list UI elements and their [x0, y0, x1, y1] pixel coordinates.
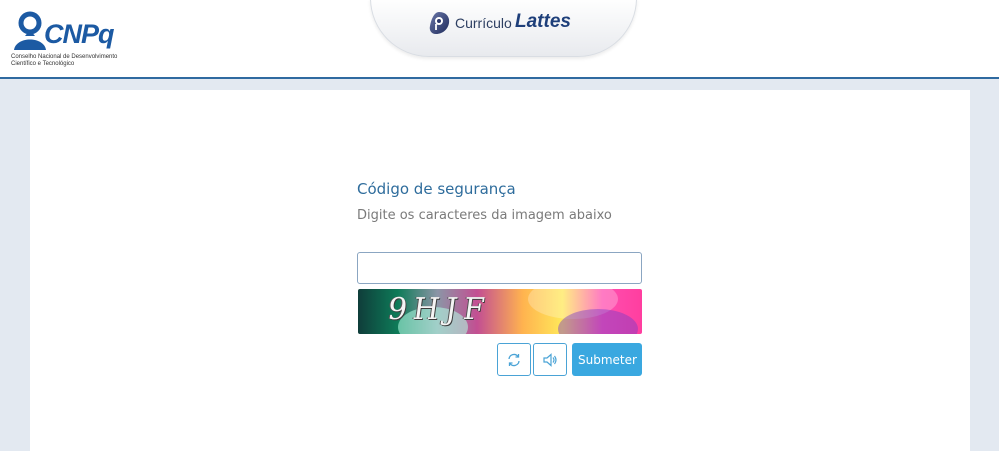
refresh-icon — [508, 353, 520, 366]
speaker-icon — [543, 352, 557, 367]
form-subtitle: Digite os caracteres da imagem abaixo — [357, 208, 612, 223]
refresh-captcha-button[interactable] — [497, 343, 531, 376]
cnpq-logo[interactable]: CNPq Conselho Nacional de Desenvolviment… — [10, 10, 150, 72]
submit-button[interactable]: Submeter — [572, 343, 642, 376]
curriculo-lattes-tab[interactable]: Currículo Lattes — [370, 0, 637, 57]
main-panel: Código de segurança Digite os caracteres… — [30, 90, 970, 451]
logo-text: CNPq — [44, 19, 114, 49]
lattes-logo-icon — [429, 12, 450, 34]
tab-title: Lattes — [515, 11, 571, 32]
header: CNPq Conselho Nacional de Desenvolviment… — [0, 0, 999, 79]
tab-prefix: Currículo — [455, 15, 512, 31]
logo-subtitle: Conselho Nacional de Desenvolvimento Cie… — [11, 54, 118, 67]
captcha-input[interactable] — [357, 252, 642, 284]
captcha-image: 9HJF — [358, 289, 642, 334]
form-title: Código de segurança — [357, 180, 516, 198]
captcha-text: 9HJF — [385, 292, 493, 327]
audio-captcha-button[interactable] — [533, 343, 567, 376]
